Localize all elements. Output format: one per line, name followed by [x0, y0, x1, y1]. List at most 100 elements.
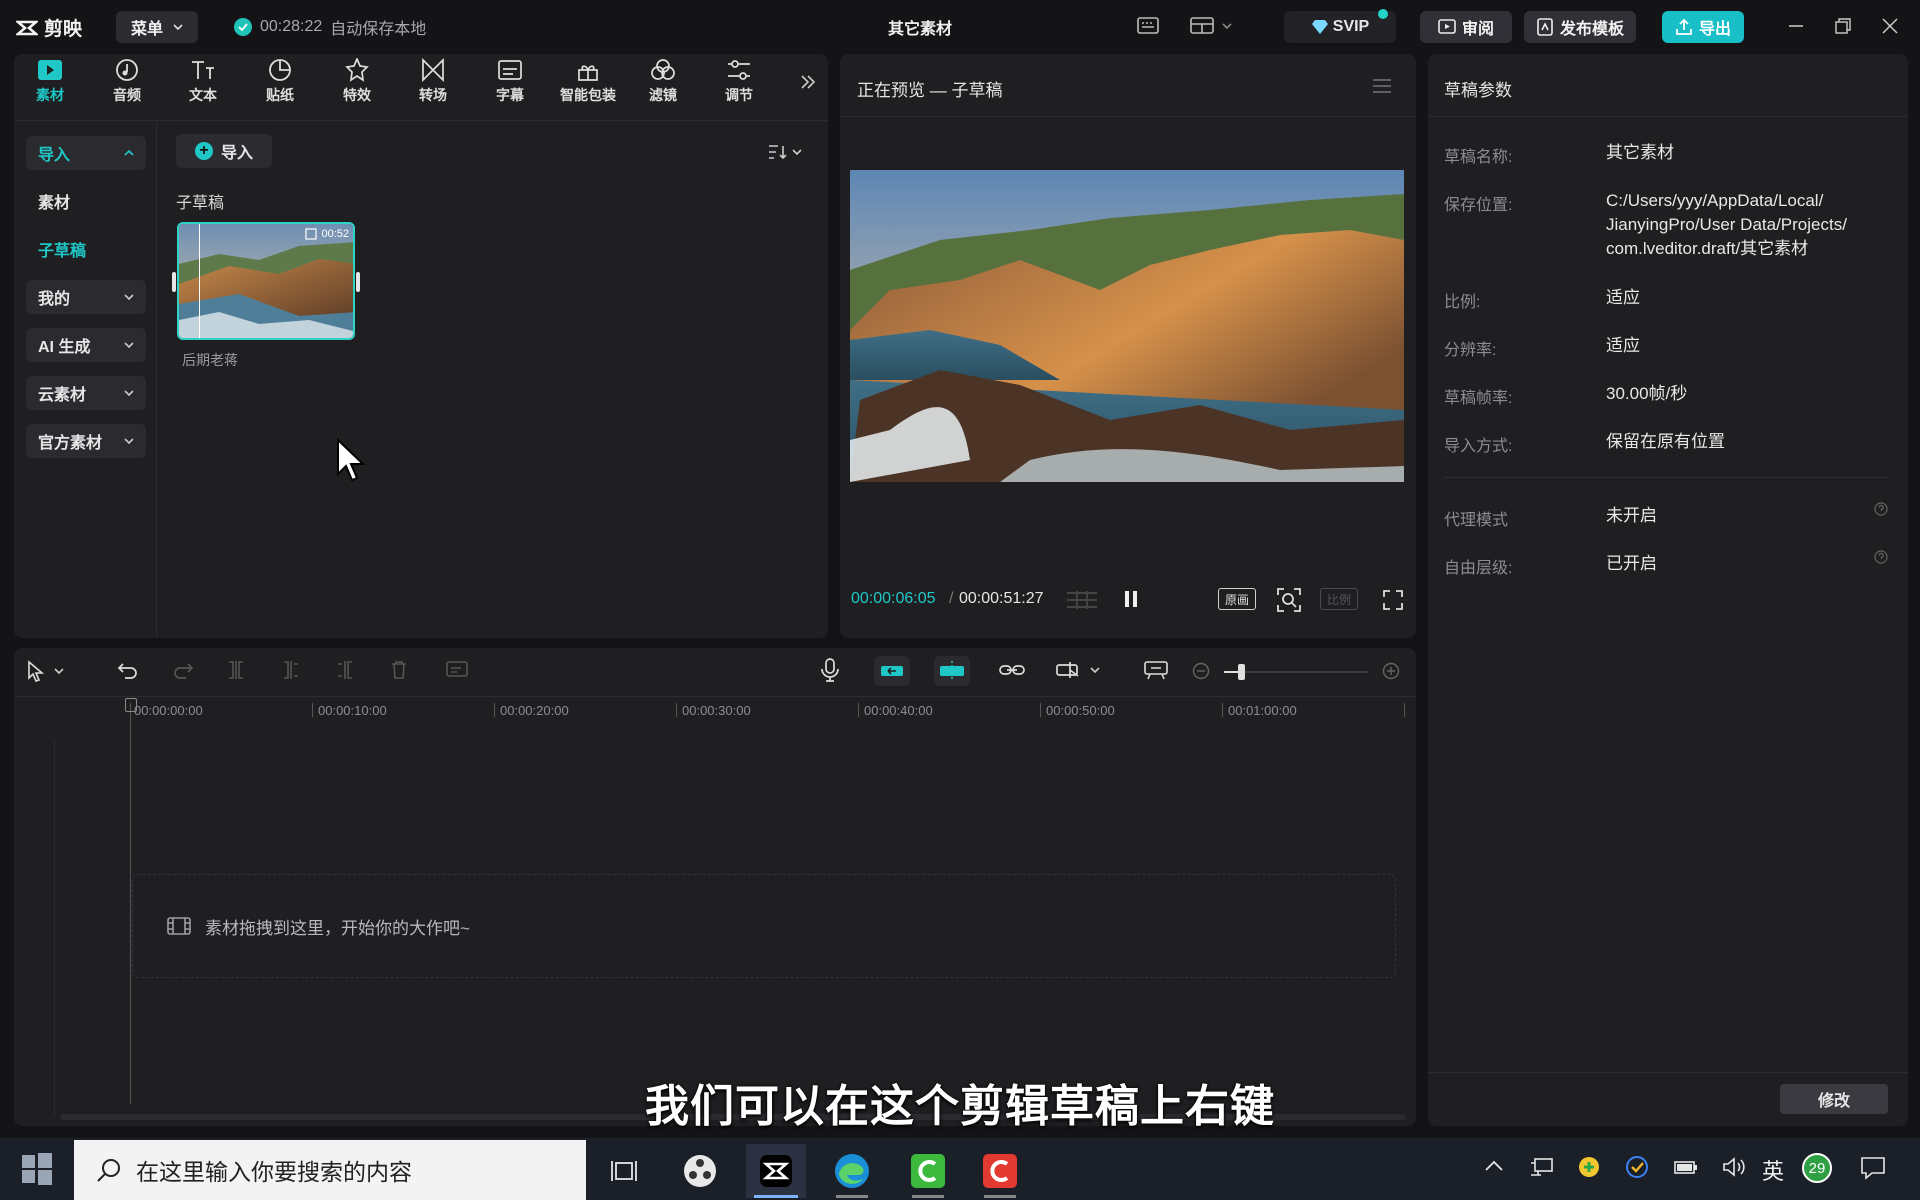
zoom-slider-handle[interactable]: [1238, 664, 1245, 680]
close-icon[interactable]: [1882, 18, 1898, 34]
restore-icon[interactable]: [1835, 18, 1851, 34]
tab-smart-pack[interactable]: 智能包装: [552, 58, 624, 105]
security-tray-icon[interactable]: [1578, 1156, 1600, 1178]
audio-icon: [116, 59, 138, 81]
tab-filter[interactable]: 滤镜: [628, 58, 698, 105]
taskbar-search-box[interactable]: 在这里输入你要搜索的内容: [74, 1140, 586, 1200]
tab-effects[interactable]: 特效: [322, 58, 392, 105]
split-icon[interactable]: [227, 660, 245, 680]
main-track-drop-zone[interactable]: 素材拖拽到这里，开始你的大作吧~: [132, 874, 1396, 978]
menu-button[interactable]: 菜单: [116, 11, 198, 43]
divider: [14, 120, 828, 121]
notification-count-badge[interactable]: 29: [1802, 1153, 1832, 1183]
tab-sticker[interactable]: 贴纸: [245, 58, 315, 105]
sort-button[interactable]: [768, 144, 802, 160]
zoom-slider-track[interactable]: [1224, 671, 1368, 673]
redo-icon[interactable]: [172, 660, 194, 680]
task-view-icon[interactable]: [594, 1144, 654, 1198]
pause-icon[interactable]: [1124, 590, 1138, 608]
ime-indicator[interactable]: 英: [1762, 1154, 1784, 1186]
prop-label: 代理模式: [1444, 512, 1509, 529]
more-tabs-icon[interactable]: [800, 74, 816, 90]
auto-snap-button[interactable]: [934, 656, 970, 686]
tab-audio[interactable]: 音频: [92, 58, 162, 105]
divider: [156, 121, 157, 638]
taskbar-app-camtasia-red-icon[interactable]: [970, 1144, 1030, 1198]
start-button[interactable]: [0, 1138, 74, 1200]
help-icon[interactable]: [1874, 502, 1888, 516]
link-icon[interactable]: [999, 662, 1025, 678]
minimize-icon[interactable]: [1788, 18, 1804, 34]
tab-caption[interactable]: 字幕: [475, 58, 545, 105]
caption-edit-icon[interactable]: [446, 660, 470, 680]
action-center-icon[interactable]: [1860, 1156, 1886, 1180]
divider: [1428, 1072, 1908, 1073]
tray-expand-icon[interactable]: [1484, 1160, 1504, 1172]
volume-icon[interactable]: [1722, 1157, 1746, 1177]
divider: [1444, 477, 1888, 478]
taskbar-app-capcut-icon[interactable]: [746, 1144, 806, 1198]
sidebar-item-import[interactable]: 导入: [26, 136, 146, 170]
publish-template-button[interactable]: 发布模板: [1524, 11, 1636, 43]
sidebar-item-mine[interactable]: 我的: [26, 280, 146, 314]
sidebar-item-subdraft[interactable]: 子草稿: [26, 232, 146, 266]
sidebar-item-material[interactable]: 素材: [26, 184, 146, 218]
sidebar-item-ai-generate[interactable]: AI 生成: [26, 328, 146, 362]
ruler-label: 00:00:30:00: [682, 703, 751, 718]
zoom-out-icon[interactable]: [1192, 662, 1210, 680]
trim-handle-left[interactable]: [172, 272, 176, 292]
draft-params-title: 草稿参数: [1444, 81, 1512, 100]
modify-button[interactable]: 修改: [1780, 1084, 1888, 1114]
prop-label: 保存位置:: [1444, 197, 1513, 214]
taskbar-app-camtasia-green-icon[interactable]: [898, 1144, 958, 1198]
tab-media[interactable]: 素材: [15, 58, 85, 105]
subdraft-clip-thumbnail[interactable]: 00:52: [177, 222, 355, 340]
taskbar-app-davinci-icon[interactable]: [670, 1144, 730, 1198]
ruler-label: 00:00:50:00: [1046, 703, 1115, 718]
autosave-status: 00:28:22 自动保存本地: [234, 15, 426, 39]
prop-value-save-path-line3: com.lveditor.draft/其它素材: [1606, 239, 1809, 258]
import-button[interactable]: + 导入: [176, 134, 272, 168]
undo-icon[interactable]: [117, 660, 139, 680]
layout-icon[interactable]: [1190, 16, 1232, 36]
network-monitor-icon[interactable]: [1530, 1157, 1554, 1177]
trash-icon[interactable]: [390, 660, 408, 680]
sidebar-item-official[interactable]: 官方素材: [26, 424, 146, 458]
preview-video[interactable]: [850, 170, 1404, 482]
grid-icon[interactable]: [1065, 589, 1099, 611]
trim-handle-right[interactable]: [356, 272, 360, 292]
taskbar-app-edge-icon[interactable]: [822, 1144, 882, 1198]
sidebar-item-cloud[interactable]: 云素材: [26, 376, 146, 410]
delete-left-icon[interactable]: [282, 660, 300, 680]
tab-adjust[interactable]: 调节: [704, 58, 774, 105]
preview-menu-icon[interactable]: [1372, 78, 1392, 94]
fit-timeline-icon[interactable]: [1144, 660, 1170, 680]
section-title: 子草稿: [176, 195, 225, 212]
playhead-handle[interactable]: [125, 698, 137, 712]
zoom-in-icon[interactable]: [1382, 662, 1400, 680]
review-button[interactable]: 审阅: [1420, 11, 1512, 43]
prop-label: 自由层级:: [1444, 560, 1513, 577]
snap-icon: [940, 661, 964, 681]
battery-icon[interactable]: [1674, 1158, 1698, 1176]
svip-button[interactable]: SVIP: [1284, 9, 1396, 43]
fullscreen-icon[interactable]: [1382, 589, 1404, 611]
mouse-cursor-icon: [336, 438, 366, 484]
delete-right-icon[interactable]: [336, 660, 354, 680]
shortcut-icon[interactable]: [1137, 16, 1159, 36]
tab-transition[interactable]: 转场: [398, 58, 468, 105]
preview-axis-button[interactable]: [1056, 660, 1100, 680]
microphone-icon[interactable]: [820, 658, 840, 682]
timeline-ruler[interactable]: 00:00:00:00 00:00:10:00 00:00:20:00 00:0…: [130, 700, 1410, 720]
original-quality-button[interactable]: 原画: [1218, 588, 1256, 610]
help-icon[interactable]: [1874, 550, 1888, 564]
task-check-tray-icon[interactable]: [1626, 1156, 1648, 1178]
main-track-magnet-button[interactable]: [874, 656, 910, 686]
export-button[interactable]: 导出: [1662, 11, 1744, 43]
screenshot-icon[interactable]: [1276, 587, 1302, 613]
tab-label: 字幕: [496, 87, 524, 103]
tab-text[interactable]: 文本: [168, 58, 238, 105]
chevron-down-icon: [1222, 23, 1232, 29]
select-tool[interactable]: [26, 660, 64, 682]
ratio-button[interactable]: 比例: [1320, 588, 1358, 610]
